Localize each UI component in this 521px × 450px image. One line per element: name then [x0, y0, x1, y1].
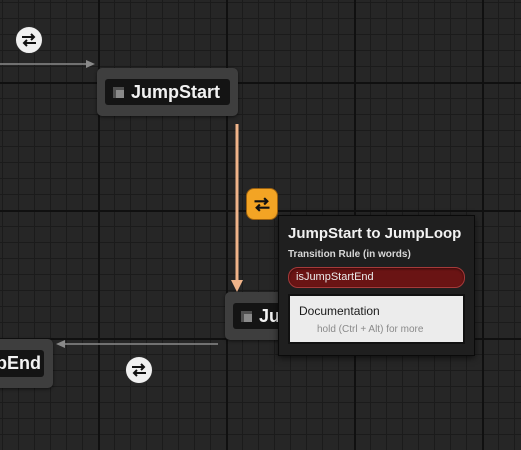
swap-arrows-icon: [254, 196, 270, 212]
state-label: Ju: [259, 305, 281, 326]
state-node-body: JumpStart: [105, 79, 230, 105]
transition-tooltip: JumpStart to JumpLoop Transition Rule (i…: [278, 215, 475, 356]
transition-icon[interactable]: [15, 26, 43, 54]
state-node-jumpend[interactable]: pEnd: [0, 339, 53, 388]
tooltip-title: JumpStart to JumpLoop: [288, 225, 462, 242]
state-node-jumpstart[interactable]: JumpStart: [97, 68, 238, 116]
state-icon: [113, 86, 124, 98]
wire-arrowhead: [86, 60, 95, 68]
transition-rule-text: isJumpStartEnd: [296, 271, 374, 283]
swap-arrows-icon: [132, 363, 146, 377]
transition-rule-pill: isJumpStartEnd: [288, 267, 465, 288]
wire-arrowhead: [56, 340, 65, 348]
state-node-body: pEnd: [0, 350, 44, 377]
documentation-hint: hold (Ctrl + Alt) for more: [317, 324, 424, 335]
transition-icon[interactable]: [125, 356, 153, 384]
transition-icon-selected[interactable]: [246, 188, 278, 220]
documentation-title: Documentation: [299, 304, 380, 318]
tooltip-subtitle: Transition Rule (in words): [288, 249, 411, 260]
state-label: pEnd: [0, 353, 41, 373]
wire-arrowhead: [231, 280, 243, 292]
state-icon: [241, 310, 252, 322]
swap-arrows-icon: [22, 33, 36, 47]
state-machine-graph[interactable]: JumpStart Ju pEnd JumpStart to JumpLoop …: [0, 0, 521, 450]
state-label: JumpStart: [131, 81, 221, 102]
documentation-panel: Documentation hold (Ctrl + Alt) for more: [288, 294, 465, 344]
